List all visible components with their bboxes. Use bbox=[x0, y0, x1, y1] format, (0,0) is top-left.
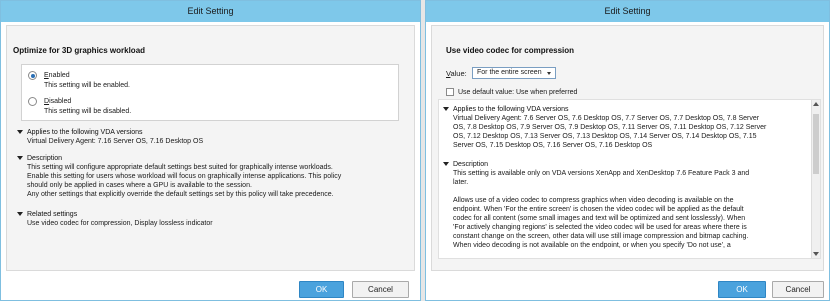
description-text: This setting will configure appropriate … bbox=[27, 164, 342, 198]
edit-setting-dialog-video-codec: Edit Setting Use video codec for compres… bbox=[425, 0, 830, 301]
scroll-down-arrow-icon[interactable] bbox=[813, 252, 819, 256]
dialog-footer: OK Cancel bbox=[426, 273, 829, 300]
cancel-button[interactable]: Cancel bbox=[772, 281, 824, 298]
use-default-checkbox[interactable] bbox=[446, 88, 454, 96]
value-dropdown-text: For the entire screen bbox=[477, 69, 542, 76]
enabled-label[interactable]: Enabled bbox=[44, 71, 70, 80]
enabled-radio[interactable] bbox=[28, 71, 37, 80]
enabled-description: This setting will be enabled. bbox=[44, 82, 130, 89]
enabled-disabled-group: Enabled This setting will be enabled. Di… bbox=[21, 64, 399, 121]
collapse-arrow-icon[interactable] bbox=[17, 130, 23, 134]
scrollbar-thumb[interactable] bbox=[813, 114, 819, 174]
edit-setting-dialog-3d-graphics: Edit Setting Optimize for 3D graphics wo… bbox=[0, 0, 421, 301]
ok-button[interactable]: OK bbox=[718, 281, 766, 298]
dialog-title: Edit Setting bbox=[426, 1, 829, 22]
setting-heading: Optimize for 3D graphics workload bbox=[13, 46, 146, 55]
collapse-arrow-icon[interactable] bbox=[443, 162, 449, 166]
collapse-arrow-icon[interactable] bbox=[17, 156, 23, 160]
collapse-arrow-icon[interactable] bbox=[443, 107, 449, 111]
description-text: This setting is available only on VDA ve… bbox=[453, 170, 750, 249]
applies-to-title[interactable]: Applies to the following VDA versions bbox=[27, 128, 143, 137]
value-label: Value: bbox=[446, 69, 467, 78]
disabled-label[interactable]: Disabled bbox=[44, 97, 71, 106]
related-settings-title[interactable]: Related settings bbox=[27, 210, 77, 219]
applies-to-title[interactable]: Applies to the following VDA versions bbox=[453, 105, 569, 114]
value-dropdown[interactable]: For the entire screen bbox=[472, 67, 556, 79]
disabled-description: This setting will be disabled. bbox=[44, 108, 132, 115]
dialog-content: Optimize for 3D graphics workload bbox=[6, 25, 415, 271]
scroll-up-arrow-icon[interactable] bbox=[813, 102, 819, 106]
dialog-title: Edit Setting bbox=[1, 1, 420, 22]
applies-to-text: Virtual Delivery Agent: 7.6 Server OS, 7… bbox=[453, 115, 767, 149]
use-default-label[interactable]: Use default value: Use when preferred bbox=[458, 88, 577, 97]
setting-heading: Use video codec for compression bbox=[446, 46, 575, 55]
description-title[interactable]: Description bbox=[27, 154, 62, 163]
related-settings-text: Use video codec for compression, Display… bbox=[27, 220, 213, 227]
dialog-footer: OK Cancel bbox=[1, 273, 420, 300]
collapse-arrow-icon[interactable] bbox=[17, 212, 23, 216]
disabled-radio[interactable] bbox=[28, 97, 37, 106]
description-title[interactable]: Description bbox=[453, 160, 488, 169]
applies-to-text: Virtual Delivery Agent: 7.16 Server OS, … bbox=[27, 138, 204, 145]
cancel-button[interactable]: Cancel bbox=[352, 281, 409, 298]
ok-button[interactable]: OK bbox=[299, 281, 344, 298]
chevron-down-icon bbox=[547, 72, 551, 75]
vertical-scrollbar[interactable] bbox=[811, 100, 820, 258]
details-scroll-area[interactable]: Applies to the following VDA versions Vi… bbox=[438, 99, 821, 259]
